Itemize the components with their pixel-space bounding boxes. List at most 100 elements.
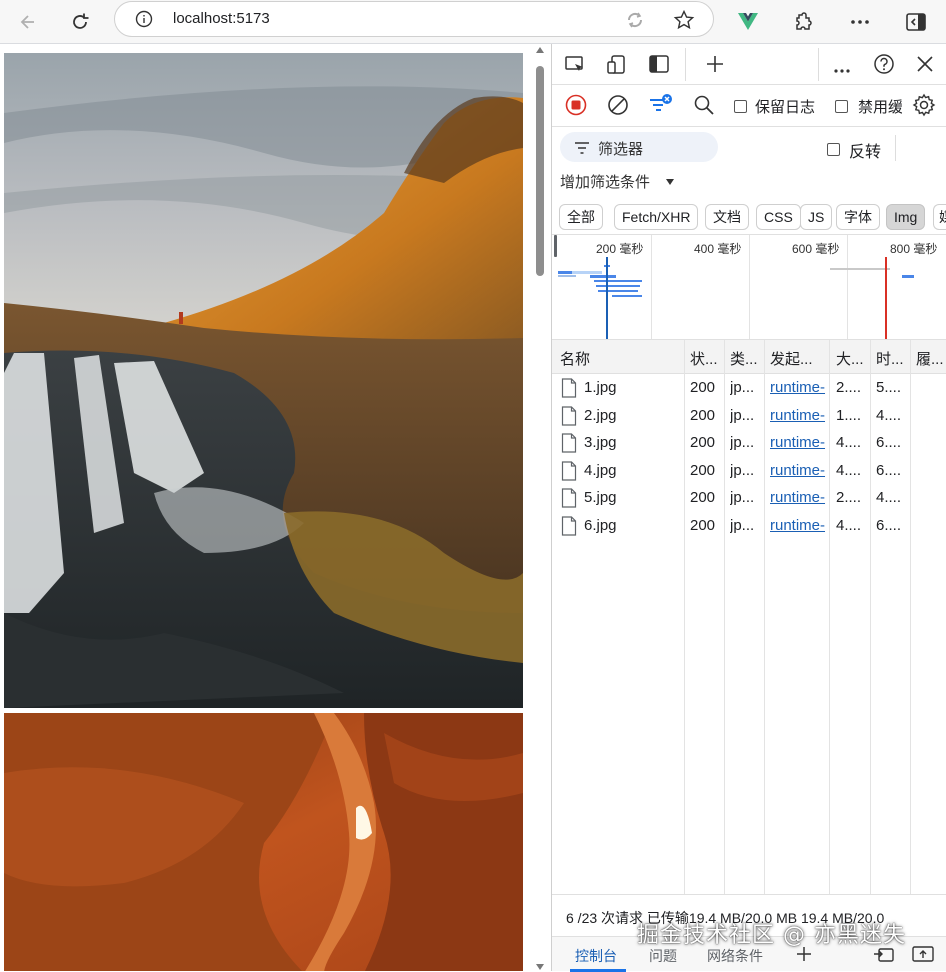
- web-page-viewport[interactable]: [0, 44, 551, 971]
- cell-initiator[interactable]: runtime-: [770, 517, 828, 534]
- file-icon: [561, 461, 577, 484]
- cell-initiator[interactable]: runtime-: [770, 489, 828, 506]
- cell-initiator[interactable]: runtime-: [770, 407, 828, 424]
- table-row[interactable]: 6.jpg 200 jp... runtime- 4.... 6....: [552, 512, 946, 539]
- devtools-panel: 保留日志 禁用缓 筛选器 反转 增加筛选条件 全部 Fetch/XHR 文档 C…: [551, 44, 946, 972]
- network-settings-gear-icon[interactable]: [912, 93, 936, 120]
- add-filter-button[interactable]: 增加筛选条件: [560, 171, 650, 192]
- back-icon[interactable]: [12, 6, 44, 38]
- file-icon: [561, 405, 577, 429]
- reload-icon[interactable]: [64, 6, 96, 38]
- type-filter-media[interactable]: 媒: [933, 204, 946, 230]
- network-overview-timeline[interactable]: 200 毫秒 400 毫秒 600 毫秒 800 毫秒: [552, 234, 946, 340]
- type-filter-doc[interactable]: 文档: [705, 204, 749, 230]
- filter-options-icon[interactable]: [648, 93, 674, 118]
- dock-side-icon[interactable]: [649, 54, 669, 77]
- cell-status: 200: [690, 517, 716, 534]
- gallery-image-waterfall: [4, 53, 523, 708]
- cell-initiator[interactable]: runtime-: [770, 379, 828, 396]
- file-icon: [561, 488, 577, 511]
- type-filter-css[interactable]: CSS: [756, 204, 801, 230]
- cell-name[interactable]: 2.jpg: [584, 407, 617, 424]
- page-scrollbar[interactable]: [532, 46, 548, 971]
- cell-type: jp...: [730, 406, 755, 424]
- gallery-image-canyon: [4, 713, 523, 971]
- device-emulation-icon[interactable]: [606, 54, 628, 79]
- preserve-log-label: 保留日志: [755, 99, 816, 116]
- cell-time: 6....: [876, 434, 902, 452]
- collapse-drawer-icon[interactable]: [912, 945, 934, 966]
- cell-size: 1....: [836, 406, 862, 424]
- devtools-tabbar: [552, 44, 946, 85]
- address-bar[interactable]: localhost:5173: [114, 1, 714, 37]
- cell-time: 4....: [876, 489, 902, 507]
- table-row[interactable]: 4.jpg 200 jp... runtime- 4.... 6....: [552, 457, 946, 484]
- favorite-star-icon[interactable]: [673, 9, 695, 35]
- cell-status: 200: [690, 461, 716, 479]
- cell-type: jp...: [730, 461, 755, 479]
- type-filter-all[interactable]: 全部: [559, 204, 603, 230]
- filter-input[interactable]: 筛选器: [560, 132, 718, 162]
- type-filter-font[interactable]: 字体: [836, 204, 880, 230]
- inspect-element-icon[interactable]: [564, 54, 586, 79]
- cell-status: 200: [690, 434, 716, 452]
- add-filter-dropdown-icon[interactable]: [665, 174, 675, 190]
- type-filter-js[interactable]: JS: [800, 204, 833, 230]
- cell-time: 6....: [876, 517, 902, 534]
- network-request-table: 名称 状... 类... 发起... 大... 时... 履... 1.jpg 2…: [552, 340, 946, 894]
- extensions-icon[interactable]: [786, 6, 818, 38]
- cell-initiator[interactable]: runtime-: [770, 462, 828, 479]
- column-header-type[interactable]: 类...: [730, 348, 762, 369]
- sidebar-toggle-icon[interactable]: [900, 6, 932, 38]
- cell-type: jp...: [730, 434, 755, 452]
- cell-size: 2....: [836, 379, 862, 396]
- site-info-icon[interactable]: [135, 10, 153, 32]
- clear-log-icon[interactable]: [607, 94, 629, 119]
- table-row[interactable]: 5.jpg 200 jp... runtime- 2.... 4....: [552, 484, 946, 511]
- column-header-status[interactable]: 状...: [690, 348, 722, 369]
- file-icon: [561, 433, 577, 456]
- add-tab-icon[interactable]: [705, 54, 725, 77]
- file-icon: [561, 516, 577, 539]
- table-row[interactable]: 2.jpg 200 jp... runtime- 1.... 4....: [552, 402, 946, 429]
- cell-size: 4....: [836, 434, 862, 452]
- table-row[interactable]: 3.jpg 200 jp... runtime- 4.... 6....: [552, 429, 946, 456]
- network-toolbar: 保留日志 禁用缓: [552, 85, 946, 127]
- help-icon[interactable]: [873, 53, 895, 78]
- cell-name[interactable]: 1.jpg: [584, 379, 617, 396]
- cell-name[interactable]: 3.jpg: [584, 434, 617, 451]
- drawer-tab-network-conditions[interactable]: 网络条件: [707, 946, 763, 966]
- cell-name[interactable]: 6.jpg: [584, 517, 617, 534]
- column-header-initiator[interactable]: 发起...: [770, 348, 828, 369]
- cell-time: 6....: [876, 461, 902, 479]
- cell-name[interactable]: 4.jpg: [584, 462, 617, 479]
- search-icon[interactable]: [693, 94, 715, 119]
- disable-cache-checkbox[interactable]: [835, 97, 848, 113]
- type-filter-img[interactable]: Img: [886, 204, 926, 230]
- column-header-fulfilled[interactable]: 履...: [916, 348, 946, 369]
- cell-type: jp...: [730, 489, 755, 507]
- cell-type: jp...: [730, 379, 755, 396]
- vue-devtools-icon[interactable]: [732, 6, 764, 38]
- translate-icon[interactable]: [625, 10, 645, 34]
- menu-dots-icon[interactable]: [844, 6, 876, 38]
- record-stop-icon[interactable]: [565, 94, 587, 119]
- drawer-tab-issues[interactable]: 问题: [649, 946, 677, 966]
- cell-size: 4....: [836, 461, 862, 479]
- filter-funnel-icon: [574, 141, 590, 157]
- cell-name[interactable]: 5.jpg: [584, 489, 617, 506]
- column-header-size[interactable]: 大...: [836, 348, 868, 369]
- column-header-name[interactable]: 名称: [560, 348, 590, 369]
- drawer-tab-console[interactable]: 控制台: [575, 946, 617, 966]
- type-filter-fetch-xhr[interactable]: Fetch/XHR: [614, 204, 699, 230]
- scrollbar-thumb[interactable]: [536, 66, 544, 276]
- invert-checkbox[interactable]: [827, 140, 840, 156]
- preserve-log-checkbox[interactable]: [734, 97, 747, 113]
- column-header-time[interactable]: 时...: [876, 348, 908, 369]
- close-devtools-icon[interactable]: [916, 55, 934, 76]
- table-row[interactable]: 1.jpg 200 jp... runtime- 2.... 5....: [552, 374, 946, 401]
- more-tools-icon[interactable]: [833, 61, 851, 77]
- cell-initiator[interactable]: runtime-: [770, 434, 828, 451]
- filter-placeholder: 筛选器: [598, 141, 644, 158]
- cell-time: 4....: [876, 406, 902, 424]
